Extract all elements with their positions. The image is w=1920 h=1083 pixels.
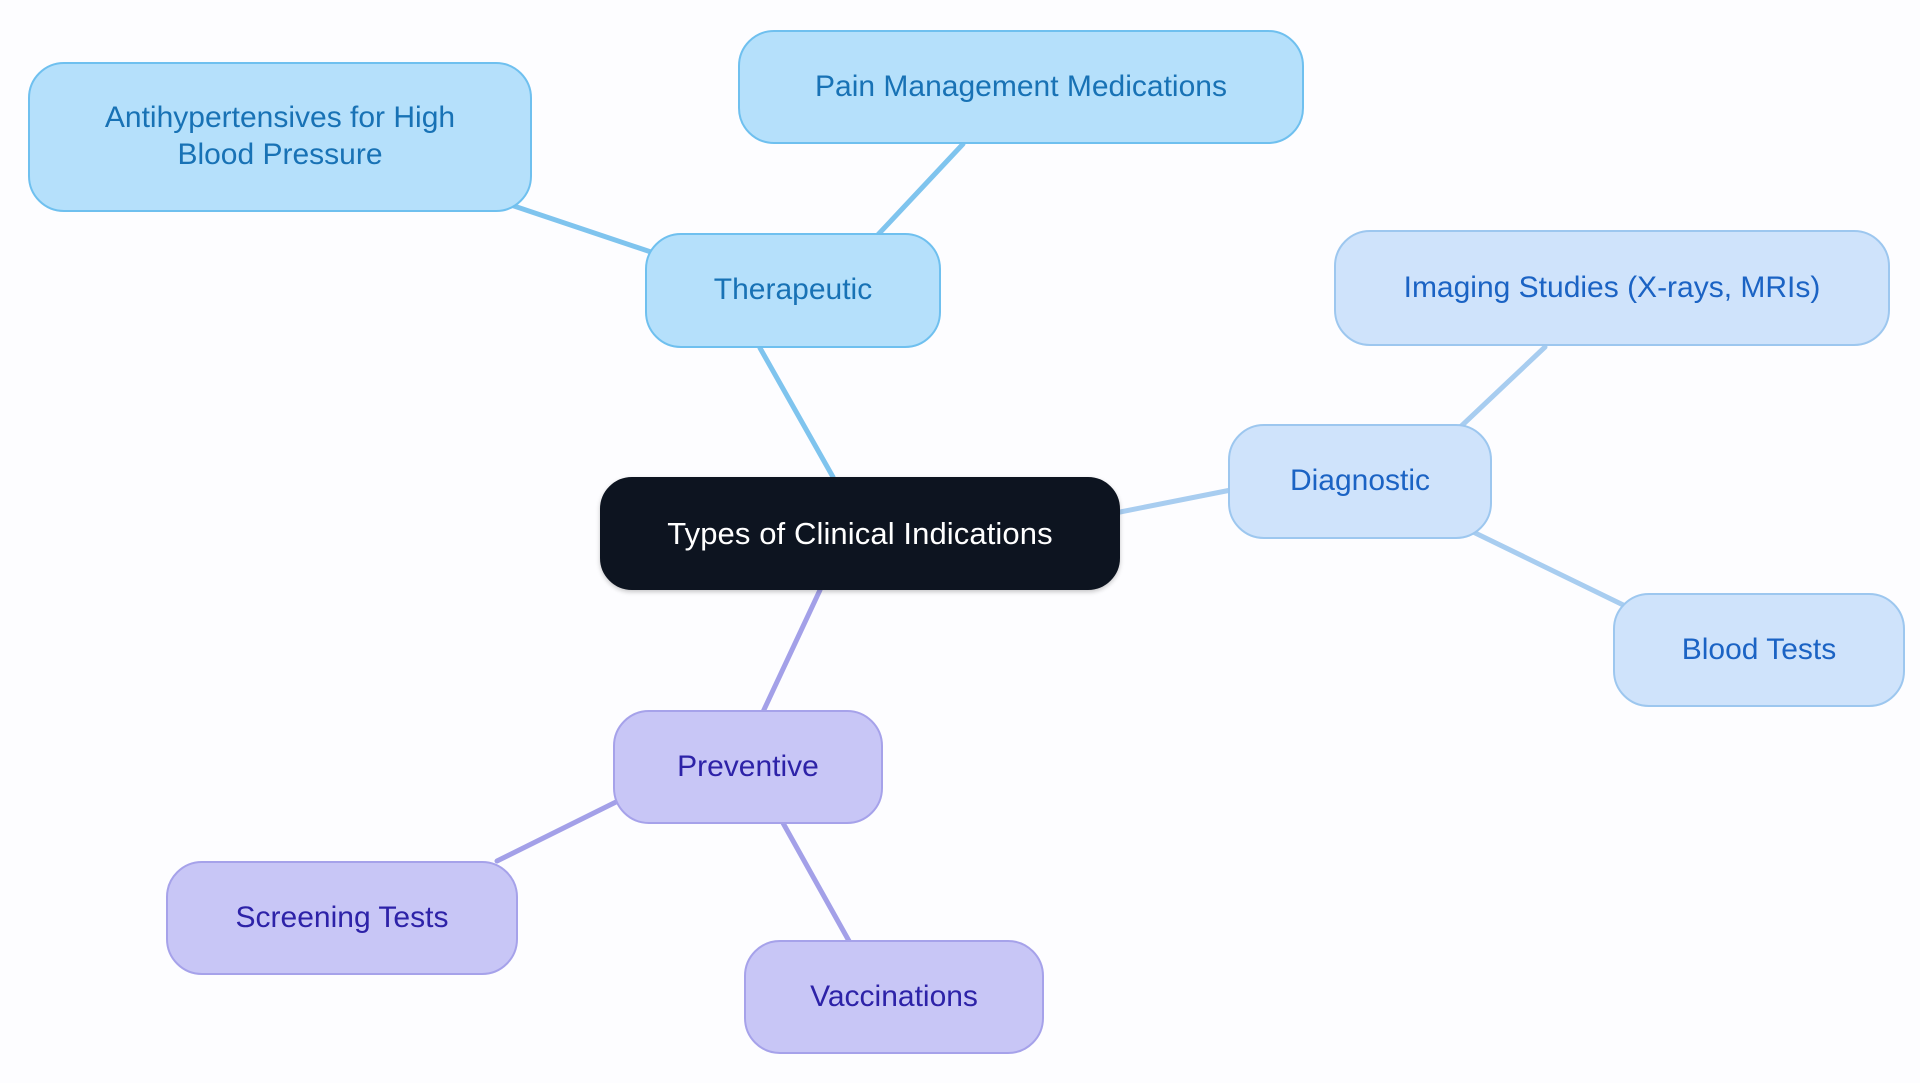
mindmap-branch-preventive[interactable]: Preventive	[613, 710, 883, 824]
mindmap-leaf-blood-tests[interactable]: Blood Tests	[1613, 593, 1905, 707]
edge-root-preventive	[759, 587, 823, 717]
mindmap-leaf-vaccinations[interactable]: Vaccinations	[744, 940, 1044, 1054]
edge-preventive-screening	[494, 797, 623, 864]
edge-root-therapeutic	[757, 345, 836, 480]
mindmap-leaf-screening-tests[interactable]: Screening Tests	[166, 861, 518, 975]
mindmap-branch-preventive-label: Preventive	[677, 749, 819, 783]
mindmap-branch-therapeutic-label: Therapeutic	[713, 273, 873, 307]
mindmap-leaf-screening-tests-label: Screening Tests	[235, 900, 449, 934]
mindmap-root-label: Types of Clinical Indications	[667, 515, 1053, 551]
mindmap-leaf-antihypertensives-label: Antihypertensives for High Blood Pressur…	[104, 101, 456, 171]
mindmap-leaf-antihypertensives[interactable]: Antihypertensives for High Blood Pressur…	[28, 62, 532, 212]
mindmap-leaf-pain-management-label: Pain Management Medications	[815, 69, 1227, 103]
mindmap-leaf-imaging-studies-label: Imaging Studies (X-rays, MRIs)	[1403, 270, 1821, 304]
mindmap-leaf-imaging-studies[interactable]: Imaging Studies (X-rays, MRIs)	[1334, 230, 1890, 346]
mindmap-leaf-vaccinations-label: Vaccinations	[810, 979, 978, 1013]
edge-diagnostic-imaging	[1452, 344, 1548, 435]
edge-preventive-vaccinations	[780, 820, 852, 944]
mindmap-leaf-blood-tests-label: Blood Tests	[1681, 632, 1837, 666]
mindmap-leaf-pain-management[interactable]: Pain Management Medications	[738, 30, 1304, 144]
edge-therapeutic-pain-management	[870, 141, 966, 243]
mindmap-root-node[interactable]: Types of Clinical Indications	[600, 477, 1120, 590]
edge-root-diagnostic	[1107, 486, 1239, 517]
mindmap-branch-diagnostic-label: Diagnostic	[1289, 464, 1431, 498]
mindmap-canvas: Types of Clinical Indications Therapeuti…	[0, 0, 1920, 1083]
mindmap-branch-diagnostic[interactable]: Diagnostic	[1228, 424, 1492, 539]
edge-therapeutic-antihypertensives	[502, 200, 654, 255]
mindmap-branch-therapeutic[interactable]: Therapeutic	[645, 233, 941, 348]
